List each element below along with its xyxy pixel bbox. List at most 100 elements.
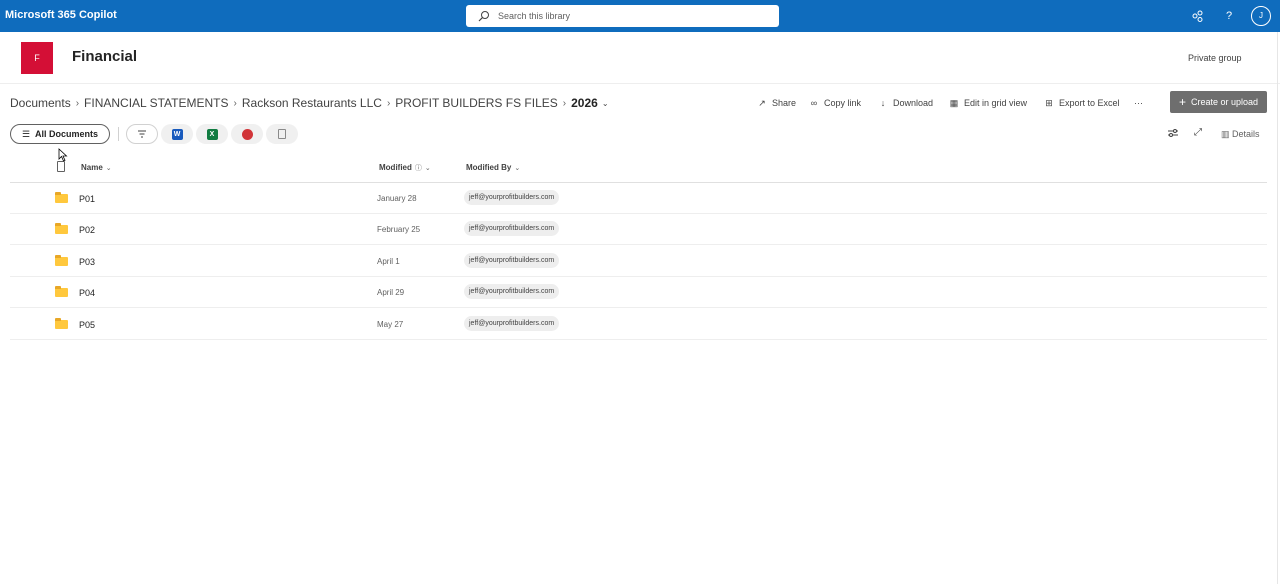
row-modified-by[interactable]: jeff@yourprofitbuilders.com bbox=[464, 284, 560, 299]
column-name-label: Name bbox=[81, 163, 103, 172]
export-excel-command[interactable]: ⊞ Export to Excel bbox=[1044, 97, 1120, 109]
row-modified: April 29 bbox=[377, 288, 405, 297]
plus-icon: + bbox=[1178, 95, 1186, 109]
create-upload-label: Create or upload bbox=[1190, 97, 1259, 107]
breadcrumb-item-rackson[interactable]: Rackson Restaurants LLC bbox=[242, 96, 382, 110]
row-modified: May 27 bbox=[377, 320, 404, 329]
row-modified-by[interactable]: jeff@yourprofitbuilders.com bbox=[464, 221, 560, 236]
column-modified-label: Modified bbox=[379, 163, 412, 172]
chevron-right-icon: › bbox=[75, 97, 80, 109]
list-row[interactable]: P03 April 1 jeff@yourprofitbuilders.com bbox=[10, 246, 1267, 277]
excel-icon: X bbox=[206, 128, 218, 140]
row-modified-by[interactable]: jeff@yourprofitbuilders.com bbox=[464, 316, 560, 331]
search-box[interactable]: Search this library bbox=[466, 5, 779, 27]
pdf-icon bbox=[241, 128, 253, 140]
chevron-down-icon: ⌄ bbox=[105, 165, 112, 172]
list-row[interactable]: P01 January 28 jeff@yourprofitbuilders.c… bbox=[10, 183, 1267, 214]
column-header-name[interactable]: Name ⌄ bbox=[81, 163, 112, 172]
file-type-icon[interactable] bbox=[57, 161, 65, 172]
user-avatar[interactable]: J bbox=[1251, 6, 1271, 26]
view-selector[interactable]: ☰ All Documents bbox=[10, 124, 110, 144]
view-selector-label: All Documents bbox=[35, 129, 99, 139]
details-label: Details bbox=[1232, 129, 1260, 139]
list-row[interactable]: P04 April 29 jeff@yourprofitbuilders.com bbox=[10, 277, 1267, 308]
folder-icon bbox=[55, 318, 68, 329]
row-name[interactable]: P03 bbox=[79, 257, 95, 267]
details-button[interactable]: ▥ Details bbox=[1221, 129, 1260, 140]
search-icon bbox=[478, 11, 489, 22]
list-view-icon: ☰ bbox=[21, 128, 31, 139]
breadcrumb: Documents › FINANCIAL STATEMENTS › Racks… bbox=[10, 95, 609, 111]
help-icon[interactable]: ? bbox=[1221, 8, 1237, 24]
list-row[interactable]: P02 February 25 jeff@yourprofitbuilders.… bbox=[10, 214, 1267, 245]
edit-grid-command[interactable]: ▦ Edit in grid view bbox=[949, 97, 1027, 109]
folder-icon bbox=[55, 255, 68, 266]
copy-link-command[interactable]: ∞ Copy link bbox=[809, 97, 861, 109]
excel-filter-button[interactable]: X bbox=[196, 124, 228, 144]
chevron-right-icon: › bbox=[562, 97, 567, 109]
divider bbox=[118, 127, 119, 141]
row-modified-by[interactable]: jeff@yourprofitbuilders.com bbox=[464, 190, 560, 205]
export-excel-label: Export to Excel bbox=[1059, 98, 1120, 108]
mouse-cursor-icon bbox=[58, 148, 68, 162]
info-panel-icon: ▥ bbox=[1221, 129, 1230, 139]
column-header-modified-by[interactable]: Modified By ⌄ bbox=[466, 163, 520, 172]
breadcrumb-item-documents[interactable]: Documents bbox=[10, 96, 71, 110]
word-filter-button[interactable]: W bbox=[161, 124, 193, 144]
row-name[interactable]: P04 bbox=[79, 288, 95, 298]
expand-icon[interactable]: ⤢ bbox=[1194, 127, 1202, 138]
share-network-icon[interactable] bbox=[1190, 8, 1206, 24]
row-modified: January 28 bbox=[377, 194, 417, 203]
app-title[interactable]: Microsoft 365 Copilot bbox=[5, 9, 117, 21]
row-name[interactable]: P01 bbox=[79, 194, 95, 204]
download-icon: ↓ bbox=[880, 98, 886, 108]
chevron-down-icon[interactable]: ⌄ bbox=[602, 99, 609, 108]
site-title[interactable]: Financial bbox=[72, 48, 137, 65]
download-label: Download bbox=[893, 98, 934, 108]
chevron-down-icon: ⌄ bbox=[514, 165, 521, 172]
download-command[interactable]: ↓ Download bbox=[878, 97, 933, 109]
site-logo[interactable]: F bbox=[21, 42, 53, 74]
search-placeholder: Search this library bbox=[498, 11, 571, 21]
folder-icon bbox=[55, 192, 68, 203]
list-header: Name ⌄ Modified ⓘ ⌄ Modified By ⌄ bbox=[10, 152, 1267, 183]
folder-icon bbox=[55, 223, 68, 234]
share-command[interactable]: ↗ Share bbox=[757, 97, 796, 109]
row-modified: April 1 bbox=[377, 257, 400, 266]
excel-export-icon: ⊞ bbox=[1045, 98, 1053, 108]
share-label: Share bbox=[772, 98, 797, 108]
breadcrumb-item-profit-builders[interactable]: PROFIT BUILDERS FS FILES bbox=[395, 96, 557, 110]
page-border bbox=[1277, 32, 1278, 584]
row-name[interactable]: P02 bbox=[79, 225, 95, 235]
more-filters-button[interactable] bbox=[266, 124, 298, 144]
filter-icon bbox=[138, 130, 146, 138]
suite-bar: Microsoft 365 Copilot Search this librar… bbox=[0, 0, 1280, 32]
link-icon: ∞ bbox=[810, 98, 818, 108]
customize-columns-icon[interactable] bbox=[1167, 127, 1179, 142]
breadcrumb-current[interactable]: 2026 bbox=[571, 96, 598, 110]
document-icon bbox=[278, 129, 286, 139]
chevron-down-icon: ⌄ bbox=[424, 165, 431, 172]
more-commands-button[interactable]: ··· bbox=[1134, 97, 1143, 109]
column-modified-by-label: Modified By bbox=[466, 163, 512, 172]
word-icon: W bbox=[171, 128, 183, 140]
copy-link-label: Copy link bbox=[824, 98, 862, 108]
create-or-upload-button[interactable]: + Create or upload bbox=[1170, 91, 1267, 113]
site-header: F Financial Private group bbox=[0, 32, 1280, 84]
filter-button[interactable] bbox=[126, 124, 158, 144]
pdf-filter-button[interactable] bbox=[231, 124, 263, 144]
grid-icon: ▦ bbox=[949, 98, 959, 108]
info-icon: ⓘ bbox=[414, 165, 422, 172]
share-icon: ↗ bbox=[758, 98, 766, 108]
chevron-right-icon: › bbox=[233, 97, 237, 109]
row-modified: February 25 bbox=[377, 225, 421, 234]
breadcrumb-item-financial-statements[interactable]: FINANCIAL STATEMENTS bbox=[84, 96, 228, 110]
chevron-right-icon: › bbox=[386, 97, 391, 109]
row-modified-by[interactable]: jeff@yourprofitbuilders.com bbox=[464, 253, 560, 268]
row-name[interactable]: P05 bbox=[79, 320, 95, 330]
list-row[interactable]: P05 May 27 jeff@yourprofitbuilders.com bbox=[10, 309, 1267, 340]
edit-grid-label: Edit in grid view bbox=[964, 98, 1028, 108]
more-icon: ··· bbox=[1134, 98, 1143, 108]
column-header-modified[interactable]: Modified ⓘ ⌄ bbox=[379, 163, 431, 173]
folder-icon bbox=[55, 286, 68, 297]
